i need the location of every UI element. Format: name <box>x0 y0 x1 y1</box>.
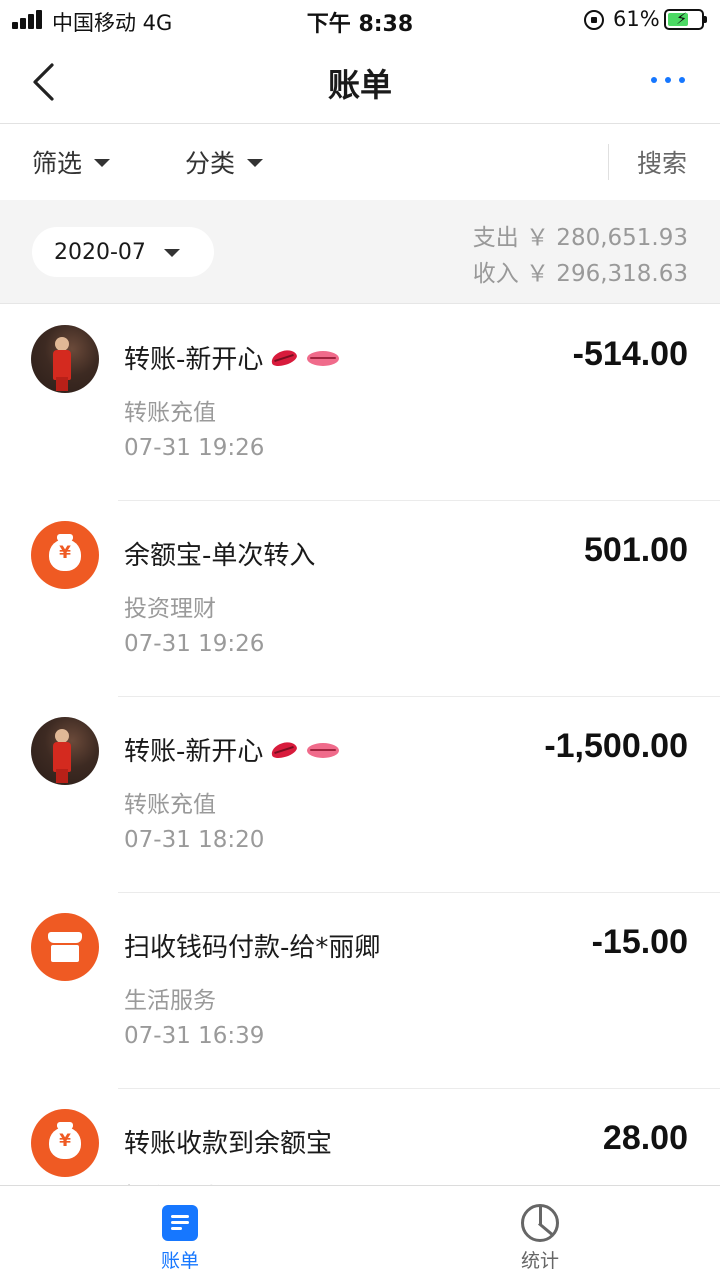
transaction-title: 余额宝-单次转入 <box>124 541 316 571</box>
transaction-amount: -514.00 <box>572 335 688 373</box>
search-button[interactable]: 搜索 <box>637 144 687 180</box>
transaction-row[interactable]: ¥ 转账收款到余额宝 投资理财 28.00 <box>0 1089 720 1185</box>
transaction-category: 生活服务 <box>124 988 216 1014</box>
transaction-time: 07-31 19:26 <box>124 631 265 657</box>
caret-down-icon <box>163 249 180 257</box>
tab-stats[interactable]: 统计 <box>360 1186 720 1280</box>
filter-dropdown[interactable]: 筛选 <box>32 144 111 180</box>
tab-bill[interactable]: 账单 <box>0 1186 360 1280</box>
transaction-row[interactable]: 扫收钱码付款-给*丽卿 生活服务 07-31 16:39 -15.00 <box>0 893 720 1089</box>
status-time: 下午 8:38 <box>306 12 414 37</box>
avatar <box>31 717 99 785</box>
month-summary: 支出 ￥ 280,651.93 收入 ￥ 296,318.63 <box>473 220 688 292</box>
filter-label: 筛选 <box>32 149 83 178</box>
money-bag-icon: ¥ <box>31 1109 99 1177</box>
mouth-icon <box>307 345 340 371</box>
transaction-amount: 28.00 <box>602 1119 688 1157</box>
kiss-mark-icon <box>269 737 301 763</box>
divider <box>608 144 609 180</box>
transaction-time: 07-31 19:26 <box>124 435 265 461</box>
caret-down-icon <box>247 159 264 167</box>
transaction-amount: 501.00 <box>584 531 688 569</box>
category-label: 分类 <box>185 149 236 178</box>
charging-icon: ⚡ <box>676 9 688 28</box>
expense-total: 支出 ￥ 280,651.93 <box>472 225 688 251</box>
rotation-lock-icon <box>584 10 604 30</box>
battery-icon: ⚡ <box>664 9 707 30</box>
month-summary-bar: 2020-07 支出 ￥ 280,651.93 收入 ￥ 296,318.63 <box>0 200 720 304</box>
transaction-category: 转账充值 <box>124 792 216 818</box>
transaction-category: 转账充值 <box>124 400 216 426</box>
month-picker[interactable]: 2020-07 <box>32 227 214 277</box>
transaction-category: 投资理财 <box>124 596 216 622</box>
pie-chart-icon <box>521 1204 559 1242</box>
transaction-row[interactable]: ¥ 余额宝-单次转入 投资理财 07-31 19:26 501.00 <box>0 501 720 697</box>
transaction-row[interactable]: 转账-新开心 转账充值 07-31 18:20 -1,500.00 <box>0 697 720 893</box>
bill-icon <box>162 1205 198 1241</box>
transaction-row[interactable]: 转账-新开心 转账充值 07-31 19:26 -514.00 <box>0 305 720 501</box>
more-dots-icon[interactable] <box>648 74 688 84</box>
status-bar: 中国移动 4G 下午 8:38 61% ⚡ <box>0 0 720 40</box>
transaction-title: 转账收款到余额宝 <box>124 1129 333 1159</box>
tab-bar: 账单 统计 <box>0 1185 720 1280</box>
transaction-time: 07-31 18:20 <box>124 827 265 853</box>
transaction-amount: -15.00 <box>591 923 688 961</box>
transaction-amount: -1,500.00 <box>544 727 688 765</box>
transaction-title: 扫收钱码付款-给*丽卿 <box>124 933 381 963</box>
avatar <box>31 325 99 393</box>
transaction-list: 转账-新开心 转账充值 07-31 19:26 -514.00 ¥ 余额宝-单次… <box>0 305 720 1185</box>
tab-label: 账单 <box>160 1250 199 1272</box>
transaction-title: 转账-新开心 <box>124 339 340 376</box>
income-total: 收入 ￥ 296,318.63 <box>472 261 688 287</box>
money-bag-icon: ¥ <box>31 521 99 589</box>
battery-percent: 61% <box>613 7 660 31</box>
shop-icon <box>31 913 99 981</box>
kiss-mark-icon <box>269 345 301 371</box>
caret-down-icon <box>94 159 111 167</box>
month-label: 2020-07 <box>54 239 146 265</box>
tab-label: 统计 <box>520 1250 559 1272</box>
nav-bar: 账单 <box>0 40 720 124</box>
transaction-category: 投资理财 <box>124 1177 216 1185</box>
mouth-icon <box>307 737 340 763</box>
transaction-title: 转账-新开心 <box>124 731 340 768</box>
filter-bar: 筛选 分类 搜索 <box>0 124 720 200</box>
transaction-time: 07-31 16:39 <box>124 1023 265 1049</box>
page-title: 账单 <box>327 66 392 104</box>
category-dropdown[interactable]: 分类 <box>185 144 264 180</box>
